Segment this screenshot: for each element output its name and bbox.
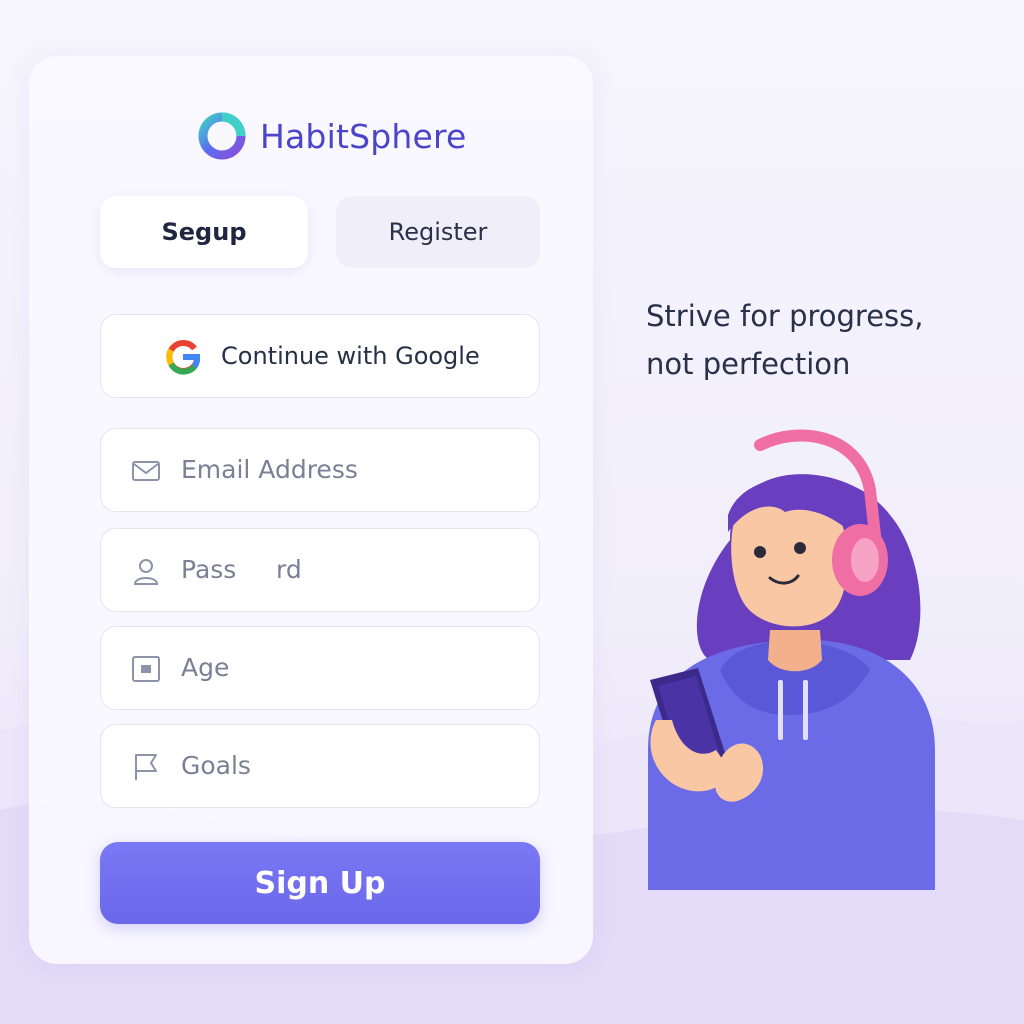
google-button-label: Continue with Google: [221, 342, 480, 370]
motivational-quote: Strive for progress, not perfection: [646, 292, 1006, 388]
app-name: HabitSphere: [260, 116, 467, 156]
password-placeholder: Pass rd: [181, 555, 302, 584]
ring-logo-icon: [198, 112, 246, 160]
age-placeholder: Age: [181, 653, 230, 682]
continue-with-google-button[interactable]: Continue with Google: [100, 314, 540, 398]
email-placeholder: Email Address: [181, 455, 358, 484]
brand-header: HabitSphere: [196, 110, 467, 162]
email-field[interactable]: Email Address: [100, 428, 540, 512]
tab-register[interactable]: Register: [336, 196, 540, 268]
tab-segup[interactable]: Segup: [100, 196, 308, 268]
id-card-icon: [132, 656, 160, 682]
goals-placeholder: Goals: [181, 751, 251, 780]
google-icon: [166, 339, 200, 375]
password-field[interactable]: Pass rd: [100, 528, 540, 612]
flag-icon: [135, 754, 157, 780]
mail-icon: [132, 461, 160, 481]
quote-line-2: not perfection: [646, 347, 851, 381]
quote-line-1: Strive for progress,: [646, 299, 924, 333]
sign-up-button[interactable]: Sign Up: [100, 842, 540, 924]
girl-with-headphones-illustration: [648, 429, 935, 890]
age-field[interactable]: Age: [100, 626, 540, 710]
goals-field[interactable]: Goals: [100, 724, 540, 808]
user-icon: [133, 559, 159, 585]
